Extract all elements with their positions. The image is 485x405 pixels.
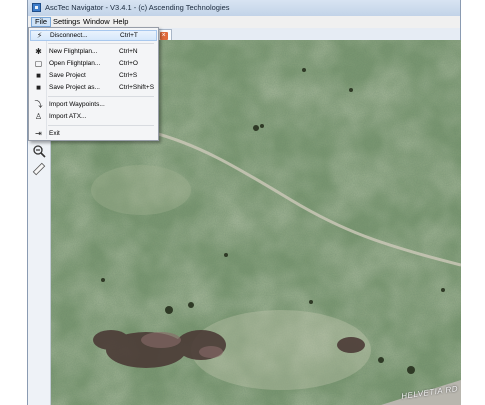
- menu-settings[interactable]: Settings: [50, 17, 83, 27]
- window-title: AscTec Navigator - V3.4.1 - (c) Ascendin…: [45, 3, 230, 12]
- file-menu-dropdown: ⚡ Disconnect... Ctrl+T ✱ New Flightplan.…: [28, 27, 159, 141]
- menu-item-exit[interactable]: ⇥ Exit: [30, 128, 157, 139]
- menu-separator: [48, 125, 154, 126]
- menu-item-save-project[interactable]: ■ Save Project Ctrl+S: [30, 70, 157, 81]
- app-icon: [32, 3, 41, 12]
- menu-separator: [48, 96, 154, 97]
- menu-item-import-atx[interactable]: ♙ Import ATX...: [30, 111, 157, 122]
- menu-separator: [48, 43, 154, 44]
- ruler-icon[interactable]: [32, 162, 46, 176]
- new-flightplan-icon: ✱: [35, 47, 42, 56]
- menu-item-disconnect[interactable]: ⚡ Disconnect... Ctrl+T: [30, 30, 157, 41]
- exit-icon: ⇥: [35, 129, 42, 138]
- import-atx-icon: ♙: [34, 112, 43, 121]
- zoom-out-icon[interactable]: [32, 144, 46, 158]
- open-flightplan-icon: ▢: [34, 59, 43, 68]
- close-icon[interactable]: ×: [159, 32, 168, 40]
- menu-item-new-flightplan[interactable]: ✱ New Flightplan... Ctrl+N: [30, 46, 157, 57]
- menu-item-save-project-as[interactable]: ■ Save Project as... Ctrl+Shift+S: [30, 82, 157, 93]
- disconnect-icon: ⚡: [36, 31, 43, 40]
- menu-file[interactable]: File: [31, 17, 52, 27]
- menu-item-import-waypoints[interactable]: ⤵ Import Waypoints...: [30, 99, 157, 110]
- menu-window[interactable]: Window: [80, 17, 113, 27]
- title-bar: AscTec Navigator - V3.4.1 - (c) Ascendin…: [28, 0, 460, 17]
- import-waypoints-icon: ⤵: [34, 100, 43, 109]
- save-as-icon: ■: [36, 83, 41, 92]
- save-icon: ■: [36, 71, 41, 80]
- menu-item-open-flightplan[interactable]: ▢ Open Flightplan... Ctrl+O: [30, 58, 157, 69]
- menu-help[interactable]: Help: [110, 17, 131, 27]
